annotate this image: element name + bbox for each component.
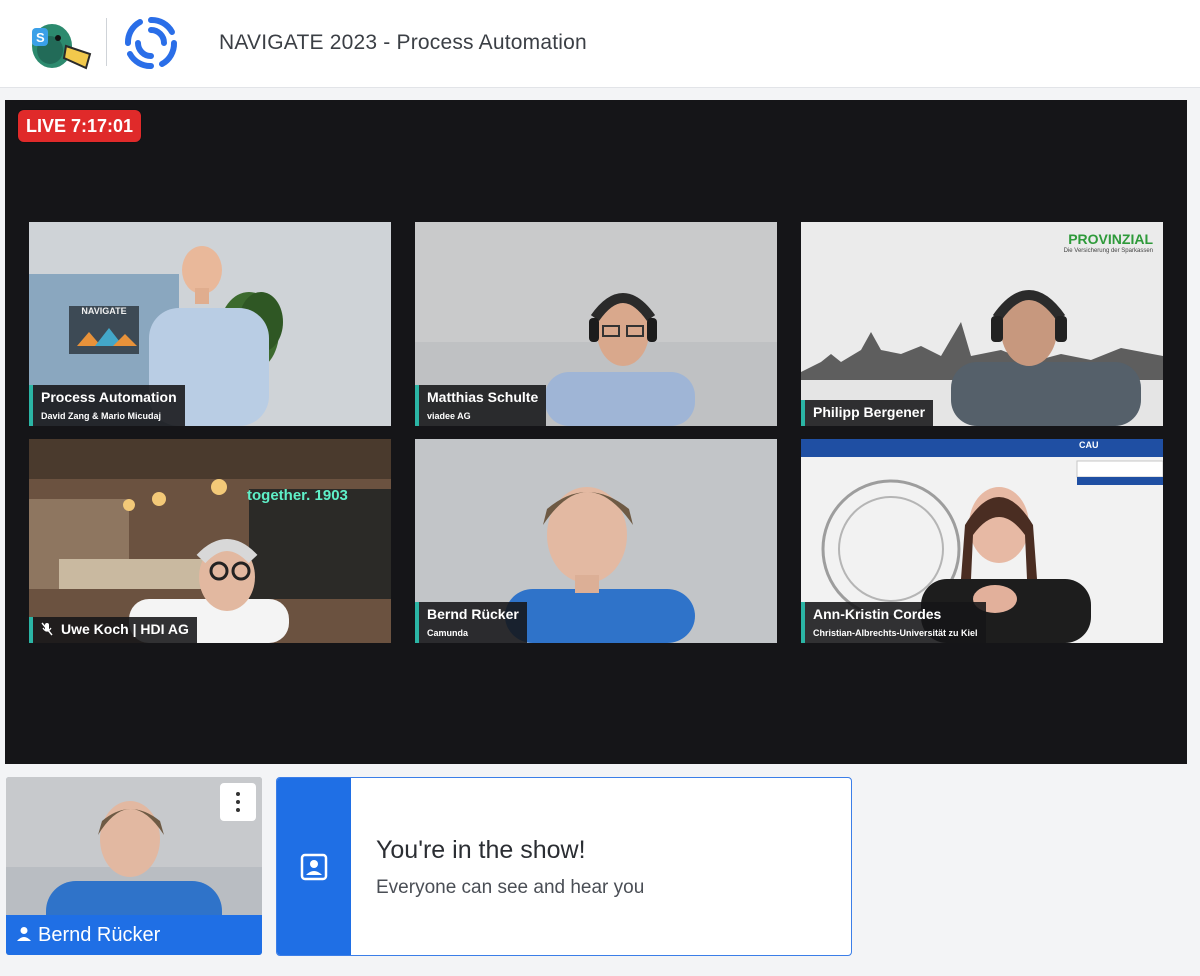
- broadcast-stage: LIVE 7:17:01 NAVIGATE Process Automation…: [5, 100, 1187, 764]
- more-options-button[interactable]: [220, 783, 256, 821]
- video-tile-process-automation[interactable]: NAVIGATE Process Automation David Zang &…: [29, 222, 391, 426]
- top-bar: S NAVIGATE 2023 - Process Automation: [0, 0, 1200, 88]
- camunda-swirl-logo: [125, 17, 177, 69]
- participant-name: Ann-Kristin Cordes: [813, 606, 942, 622]
- neon-sign-text: together. 1903: [247, 487, 348, 504]
- show-status-card: You're in the show! Everyone can see and…: [276, 777, 852, 956]
- streamyard-duck-logo: S: [32, 24, 92, 70]
- tile-nameplate: Process Automation David Zang & Mario Mi…: [29, 385, 185, 426]
- participant-name: Uwe Koch | HDI AG: [61, 621, 189, 637]
- video-tile-bernd-ruecker[interactable]: Bernd Rücker Camunda: [415, 439, 777, 643]
- provinzial-logo-text: PROVINZIAL: [1068, 231, 1153, 247]
- mic-muted-icon: [41, 622, 53, 636]
- participant-name: Matthias Schulte: [427, 389, 539, 405]
- status-card-sidebar: [277, 778, 351, 955]
- video-tile-uwe-koch[interactable]: together. 1903 Uwe Koch | HDI AG: [29, 439, 391, 643]
- tile-nameplate: Bernd Rücker Camunda: [415, 602, 527, 643]
- participant-subtitle: Camunda: [427, 628, 469, 638]
- provinzial-tagline: Die Versicherung der Sparkassen: [1063, 248, 1153, 254]
- video-tile-ann-kristin-cordes[interactable]: CAU Ann-Kristin Cordes Christian-Albrech…: [801, 439, 1163, 643]
- participant-name: Bernd Rücker: [427, 606, 519, 622]
- contact-card-icon: [300, 853, 328, 881]
- participant-subtitle: viadee AG: [427, 411, 471, 421]
- tile-nameplate: Ann-Kristin Cordes Christian-Albrechts-U…: [801, 602, 986, 643]
- self-nameplate: Bernd Rücker: [6, 915, 262, 955]
- self-name-label: Bernd Rücker: [38, 924, 161, 946]
- video-tile-matthias-schulte[interactable]: Matthias Schulte viadee AG: [415, 222, 777, 426]
- svg-text:S: S: [36, 30, 45, 45]
- self-video-preview[interactable]: Bernd Rücker: [6, 777, 262, 955]
- live-timer-badge: LIVE 7:17:01: [18, 110, 142, 142]
- logo-divider: [106, 18, 107, 66]
- speaker-video-scene: [29, 439, 391, 643]
- status-card-title: You're in the show!: [376, 836, 586, 864]
- participant-subtitle: David Zang & Mario Micudaj: [41, 411, 162, 421]
- tile-nameplate: Uwe Koch | HDI AG: [29, 617, 197, 643]
- participant-name: Process Automation: [41, 389, 177, 405]
- participant-name: Philipp Bergener: [813, 404, 926, 420]
- tile-nameplate: Philipp Bergener: [801, 400, 934, 426]
- status-card-subtitle: Everyone can see and hear you: [376, 877, 645, 898]
- tile-nameplate: Matthias Schulte viadee AG: [415, 385, 547, 426]
- cau-logo-text: CAU: [1079, 440, 1099, 450]
- video-tile-philipp-bergener[interactable]: PROVINZIAL Die Versicherung der Sparkass…: [801, 222, 1163, 426]
- person-icon: [17, 927, 31, 941]
- navigate-sign-text: NAVIGATE: [81, 306, 127, 316]
- page-title: NAVIGATE 2023 - Process Automation: [219, 31, 587, 54]
- participant-subtitle: Christian-Albrechts-Universität zu Kiel: [813, 628, 978, 638]
